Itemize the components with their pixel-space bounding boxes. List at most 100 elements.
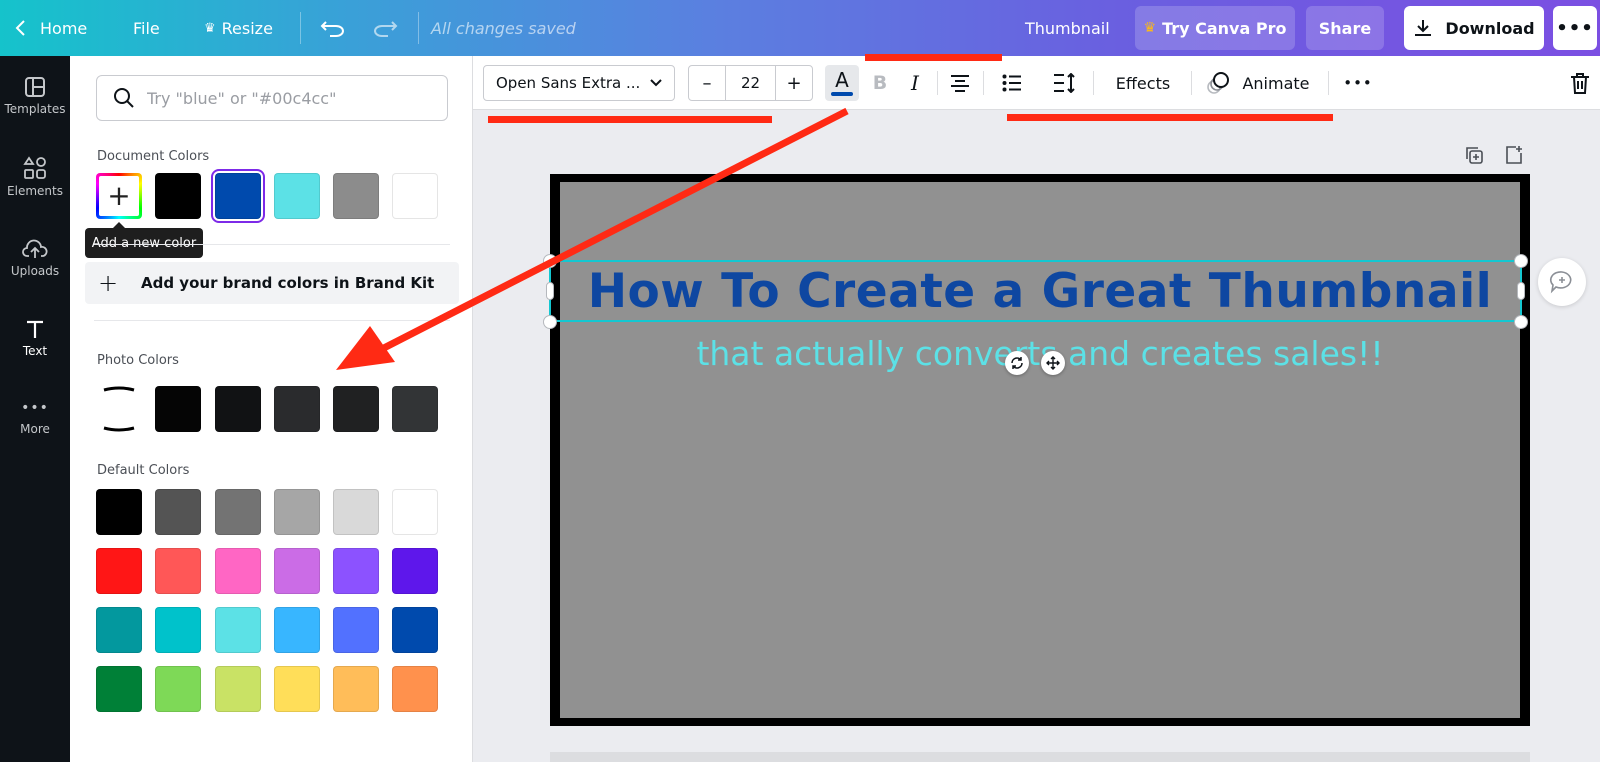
photo-color-swatch[interactable] bbox=[333, 386, 379, 432]
rail-item-elements[interactable]: Elements bbox=[0, 142, 70, 212]
document-color-swatch[interactable] bbox=[392, 173, 438, 219]
document-color-swatch[interactable] bbox=[211, 169, 265, 223]
default-color-swatch[interactable] bbox=[96, 489, 142, 535]
default-color-swatch[interactable] bbox=[96, 607, 142, 653]
plus-icon: + bbox=[97, 269, 119, 297]
default-color-swatch[interactable] bbox=[392, 548, 438, 594]
align-button[interactable] bbox=[943, 65, 977, 101]
default-color-swatch[interactable] bbox=[392, 489, 438, 535]
rail-item-text[interactable]: Text bbox=[0, 303, 70, 373]
selection-box bbox=[549, 260, 1522, 322]
resize-handle-top-left[interactable] bbox=[543, 254, 557, 268]
color-search-input[interactable] bbox=[147, 88, 437, 108]
photo-color-swatch[interactable] bbox=[215, 386, 261, 432]
resize-handle-bottom-right[interactable] bbox=[1514, 315, 1528, 329]
default-color-swatch[interactable] bbox=[392, 607, 438, 653]
rail-item-more[interactable]: ••• More bbox=[0, 383, 70, 453]
default-color-swatch[interactable] bbox=[215, 489, 261, 535]
default-colors-title: Default Colors bbox=[97, 463, 190, 478]
default-color-swatch[interactable] bbox=[96, 666, 142, 712]
rail-label: More bbox=[20, 422, 50, 436]
brand-kit-row[interactable]: + Add your brand colors in Brand Kit bbox=[85, 262, 459, 304]
default-color-swatch[interactable] bbox=[155, 607, 201, 653]
trash-icon bbox=[1571, 73, 1589, 94]
default-color-swatch[interactable] bbox=[274, 548, 320, 594]
resize-handle-bottom-left[interactable] bbox=[543, 315, 557, 329]
increase-size-button[interactable]: + bbox=[776, 66, 812, 100]
home-button[interactable]: Home bbox=[14, 0, 87, 56]
rail-item-uploads[interactable]: Uploads bbox=[0, 223, 70, 293]
redo-button[interactable] bbox=[372, 0, 398, 56]
list-button[interactable] bbox=[995, 65, 1029, 101]
add-color-button[interactable]: + bbox=[96, 173, 142, 219]
resize-handle-right[interactable] bbox=[1517, 282, 1525, 300]
more-horizontal-icon: ••• bbox=[1556, 17, 1594, 39]
default-color-swatch[interactable] bbox=[215, 548, 261, 594]
bold-button[interactable]: B bbox=[863, 65, 897, 101]
resize-label: Resize bbox=[221, 18, 273, 38]
resize-button[interactable]: ♛ Resize bbox=[204, 0, 273, 56]
crown-icon: ♛ bbox=[1143, 20, 1157, 36]
photo-color-swatch[interactable] bbox=[274, 386, 320, 432]
add-page-button[interactable] bbox=[1501, 142, 1527, 168]
decrease-size-button[interactable]: – bbox=[689, 66, 725, 100]
download-label: Download bbox=[1445, 18, 1535, 38]
default-color-swatch[interactable] bbox=[96, 548, 142, 594]
effects-button[interactable]: Effects bbox=[1103, 65, 1183, 101]
add-comment-button[interactable] bbox=[1538, 258, 1586, 306]
photo-thumbnail-swatch[interactable] bbox=[96, 386, 142, 432]
text-color-button[interactable]: A bbox=[825, 65, 859, 101]
photo-color-swatch[interactable] bbox=[155, 386, 201, 432]
default-color-swatch[interactable] bbox=[155, 548, 201, 594]
resize-handle-top-right[interactable] bbox=[1514, 254, 1528, 268]
default-color-swatch[interactable] bbox=[155, 666, 201, 712]
default-color-swatch[interactable] bbox=[333, 666, 379, 712]
search-icon bbox=[114, 88, 134, 108]
font-family-select[interactable]: Open Sans Extra ... bbox=[483, 65, 675, 101]
try-pro-button[interactable]: ♛ Try Canva Pro bbox=[1135, 6, 1295, 50]
delete-button[interactable] bbox=[1563, 65, 1597, 101]
italic-button[interactable]: I bbox=[898, 65, 932, 101]
file-menu[interactable]: File bbox=[133, 0, 160, 56]
undo-button[interactable] bbox=[320, 0, 346, 56]
document-color-swatch[interactable] bbox=[333, 173, 379, 219]
subheading-text[interactable]: that actually converts and creates sales… bbox=[560, 334, 1520, 373]
move-handle[interactable] bbox=[1041, 351, 1065, 375]
default-color-swatch[interactable] bbox=[274, 607, 320, 653]
rotate-handle[interactable] bbox=[1005, 351, 1029, 375]
duplicate-icon bbox=[1466, 147, 1483, 164]
animate-button[interactable]: Animate bbox=[1198, 65, 1318, 101]
download-button[interactable]: Download bbox=[1404, 6, 1544, 50]
undo-icon bbox=[320, 21, 344, 37]
templates-icon bbox=[25, 77, 45, 97]
document-color-swatch[interactable] bbox=[274, 173, 320, 219]
photo-color-swatch[interactable] bbox=[392, 386, 438, 432]
default-color-swatch[interactable] bbox=[333, 607, 379, 653]
default-color-swatch[interactable] bbox=[274, 489, 320, 535]
rail-item-templates[interactable]: Templates bbox=[0, 61, 70, 131]
divider bbox=[94, 244, 450, 245]
default-color-swatch[interactable] bbox=[215, 607, 261, 653]
document-color-swatch[interactable] bbox=[155, 173, 201, 219]
redo-icon bbox=[374, 21, 398, 37]
default-color-swatch[interactable] bbox=[215, 666, 261, 712]
topbar-divider bbox=[418, 12, 419, 44]
duplicate-page-button[interactable] bbox=[1461, 142, 1487, 168]
toolbar-more-button[interactable]: ••• bbox=[1335, 65, 1381, 101]
annotation-underline-font-controls bbox=[488, 116, 772, 123]
resize-handle-left[interactable] bbox=[546, 282, 554, 300]
document-title[interactable]: Thumbnail bbox=[1025, 0, 1110, 56]
font-size-input[interactable] bbox=[725, 66, 776, 100]
spacing-button[interactable] bbox=[1048, 65, 1082, 101]
rail-label: Uploads bbox=[10, 264, 60, 278]
default-color-swatch[interactable] bbox=[333, 489, 379, 535]
share-button[interactable]: Share bbox=[1306, 6, 1384, 50]
toolbar-divider bbox=[1093, 71, 1094, 95]
default-color-swatch[interactable] bbox=[333, 548, 379, 594]
more-options-button[interactable]: ••• bbox=[1553, 6, 1597, 50]
default-color-swatch[interactable] bbox=[274, 666, 320, 712]
default-color-swatch[interactable] bbox=[155, 489, 201, 535]
side-rail: Templates Elements Uploads Text ••• More bbox=[0, 56, 70, 762]
default-color-swatch[interactable] bbox=[392, 666, 438, 712]
download-icon bbox=[1415, 20, 1432, 36]
